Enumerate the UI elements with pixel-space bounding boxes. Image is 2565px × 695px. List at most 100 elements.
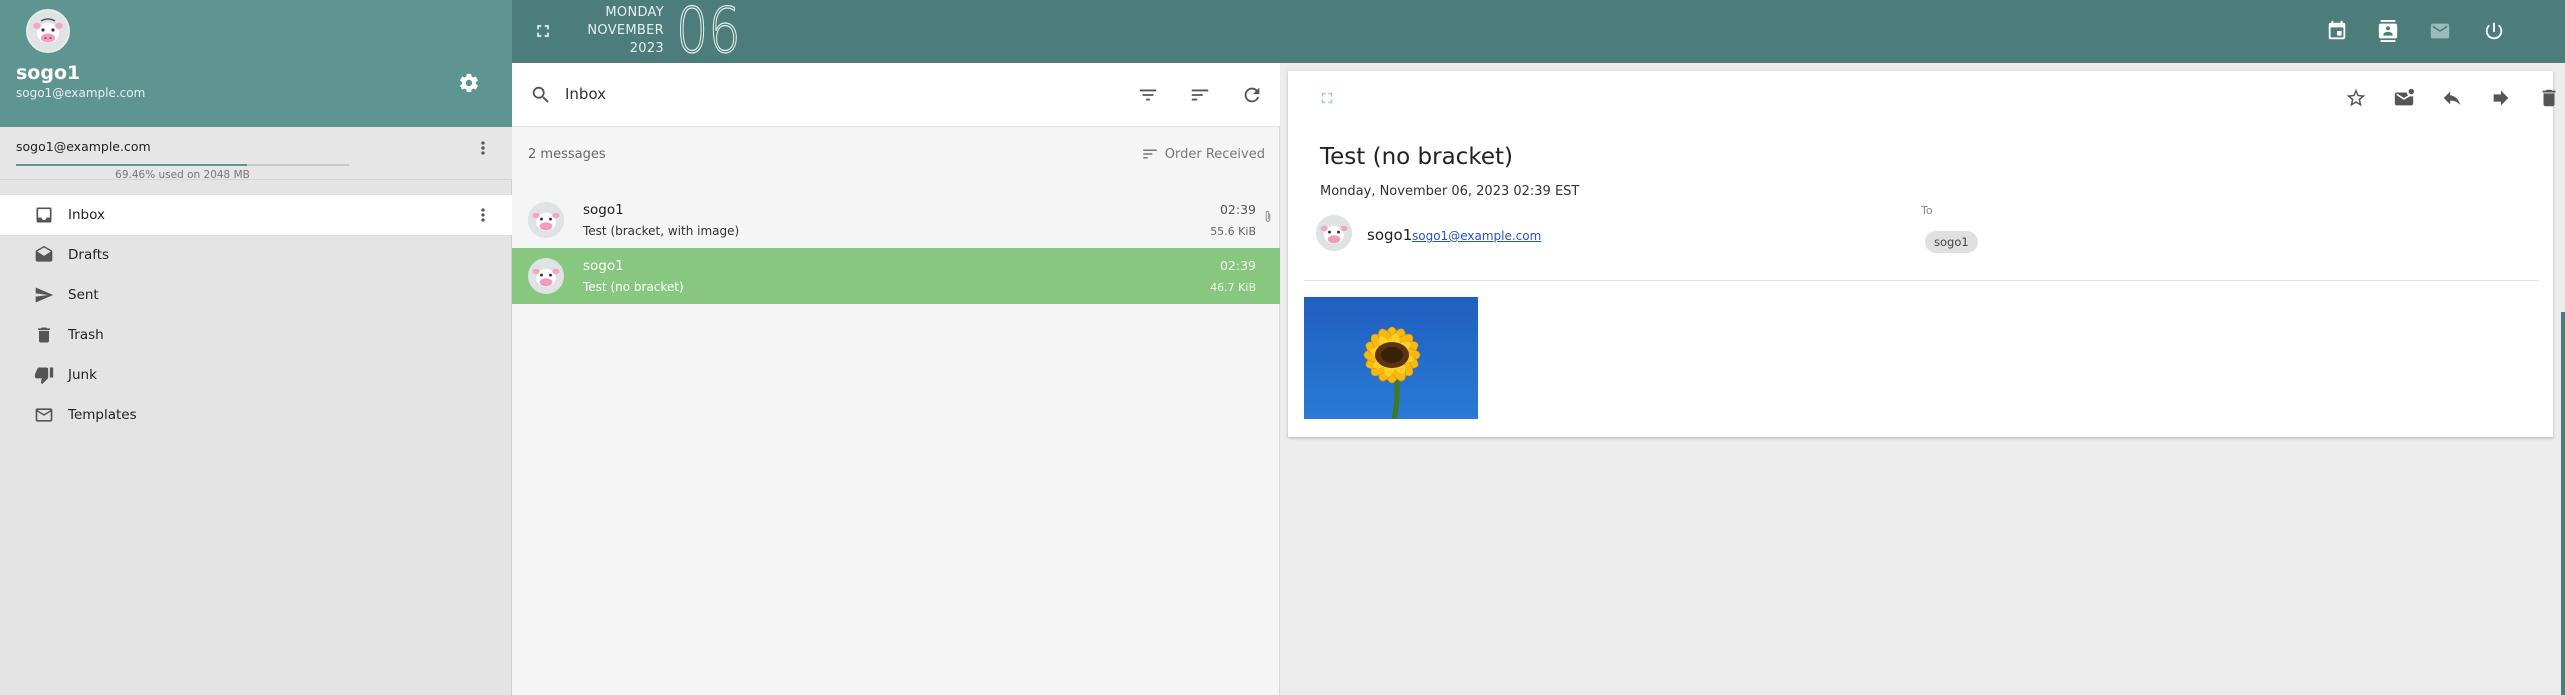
account-row[interactable]: sogo1@example.com 69.46% used on 2048 MB [0, 127, 512, 181]
folder-templates[interactable]: Templates [0, 395, 512, 435]
reply-icon [2443, 91, 2461, 106]
user-email: sogo1@example.com [16, 86, 146, 100]
folder-label: Sent [68, 287, 99, 303]
forward-button[interactable] [2487, 84, 2515, 112]
filter-button[interactable] [1134, 81, 1162, 109]
cow-avatar-icon [528, 202, 564, 238]
divider [1304, 280, 2539, 281]
mark-unread-button[interactable] [2390, 84, 2418, 112]
folder-label: Templates [68, 407, 137, 423]
folder-label: Inbox [68, 207, 105, 223]
sender-avatar [1316, 215, 1352, 251]
message-size: 55.6 KiB [1210, 225, 1256, 238]
mark-email-unread-icon [2394, 88, 2415, 106]
sort-icon [1143, 149, 1157, 159]
sidebar-header: sogo1 sogo1@example.com [0, 0, 512, 127]
folder-sent[interactable]: Sent [0, 275, 512, 315]
filter-icon [1139, 89, 1157, 101]
cow-avatar-icon [528, 258, 564, 294]
folder-label: Drafts [68, 247, 110, 263]
flag-button[interactable] [2342, 84, 2370, 112]
reply-button[interactable] [2438, 84, 2466, 112]
message-subject: Test (bracket, with image) [583, 224, 740, 238]
mail-outline-icon [33, 404, 55, 426]
refresh-icon [1244, 87, 1260, 103]
search-button[interactable] [528, 82, 554, 108]
user-avatar[interactable] [26, 9, 70, 53]
sender-avatar [528, 258, 564, 294]
message-sender: sogo1 [583, 258, 624, 274]
attachment-icon [1262, 209, 1274, 225]
user-name: sogo1 [16, 62, 81, 84]
message-time: 02:39 [1219, 202, 1256, 217]
star-outline-icon [2346, 88, 2366, 107]
message-size: 46.7 KiB [1210, 281, 1256, 294]
date-day-number: 06 [676, 0, 755, 67]
settings-button[interactable] [455, 69, 483, 97]
sunflower-image[interactable] [1304, 297, 1478, 419]
trash-icon [33, 324, 55, 346]
calendar-icon [2328, 20, 2346, 40]
search-icon [532, 86, 549, 103]
sort-order-label: Order Received [1164, 146, 1265, 162]
more-vert-icon [481, 208, 485, 222]
mail-icon [2430, 23, 2450, 39]
sort-order-button[interactable]: Order Received [1141, 145, 1265, 163]
sender-avatar [528, 202, 564, 238]
sidebar: sogo1 sogo1@example.com sogo1@example.co… [0, 0, 512, 695]
reader-date: Monday, November 06, 2023 02:39 EST [1320, 184, 1580, 199]
more-vert-icon [481, 141, 485, 155]
power-icon [2485, 22, 2503, 40]
gear-icon [460, 73, 478, 93]
folder-inbox[interactable]: Inbox [0, 195, 512, 235]
forward-icon [2493, 90, 2509, 106]
folder-list: Inbox Drafts Sent Trash Junk Templates [0, 195, 512, 435]
message-time: 02:39 [1219, 258, 1256, 273]
scrollbar[interactable] [2561, 312, 2565, 695]
drafts-icon [33, 244, 55, 266]
fullscreen-button[interactable] [530, 18, 556, 44]
quota-bar [16, 164, 349, 166]
message-sender: sogo1 [583, 202, 624, 218]
quota-bar-fill [16, 164, 248, 166]
folder-label: Trash [68, 327, 104, 343]
folder-drafts[interactable]: Drafts [0, 235, 512, 275]
date-day-digits: 06 [676, 0, 742, 67]
fullscreen-icon [1321, 92, 1333, 104]
message-row[interactable]: sogo1 Test (bracket, with image) 02:39 5… [512, 192, 1280, 248]
sort-button[interactable] [1186, 81, 1214, 109]
account-email: sogo1@example.com [16, 139, 151, 154]
cow-avatar-icon [28, 11, 68, 51]
contacts-button[interactable] [2374, 17, 2402, 45]
delete-button[interactable] [2535, 84, 2563, 112]
folder-junk[interactable]: Junk [0, 355, 512, 395]
quota-text: 69.46% used on 2048 MB [115, 169, 250, 181]
inbox-icon [33, 204, 55, 226]
message-reader: Test (no bracket) Monday, November 06, 2… [1288, 71, 2556, 437]
logout-button[interactable] [2480, 17, 2508, 45]
message-row-selected[interactable]: sogo1 Test (no bracket) 02:39 46.7 KiB [512, 248, 1280, 304]
date-month: NOVEMBER [587, 23, 664, 38]
account-menu-button[interactable] [470, 135, 496, 161]
reader-to-label: To [1921, 204, 1933, 217]
calendar-button[interactable] [2323, 17, 2351, 45]
date-year: 2023 [629, 41, 664, 56]
message-list-pane: Inbox 2 messages Order Received sogo1 Te… [512, 63, 1280, 695]
message-count: 2 messages [528, 147, 606, 162]
reader-from-email-link[interactable]: sogo1@example.com [1412, 229, 1541, 243]
thumb-down-icon [33, 364, 55, 386]
folder-trash[interactable]: Trash [0, 315, 512, 355]
fullscreen-icon [537, 25, 549, 37]
folder-title: Inbox [565, 85, 607, 103]
trash-icon [2542, 89, 2556, 107]
top-bar: MONDAY NOVEMBER 2023 06 [512, 0, 2565, 67]
list-toolbar: Inbox [512, 63, 1280, 127]
refresh-button[interactable] [1238, 81, 1266, 109]
recipient-chip[interactable]: sogo1 [1925, 231, 1978, 253]
contacts-icon [2378, 20, 2398, 42]
reader-subject: Test (no bracket) [1320, 144, 1513, 170]
mail-button[interactable] [2426, 17, 2454, 45]
reader-from-name: sogo1 [1367, 226, 1413, 244]
expand-view-button[interactable] [1316, 87, 1338, 109]
folder-menu-button[interactable] [470, 202, 496, 228]
